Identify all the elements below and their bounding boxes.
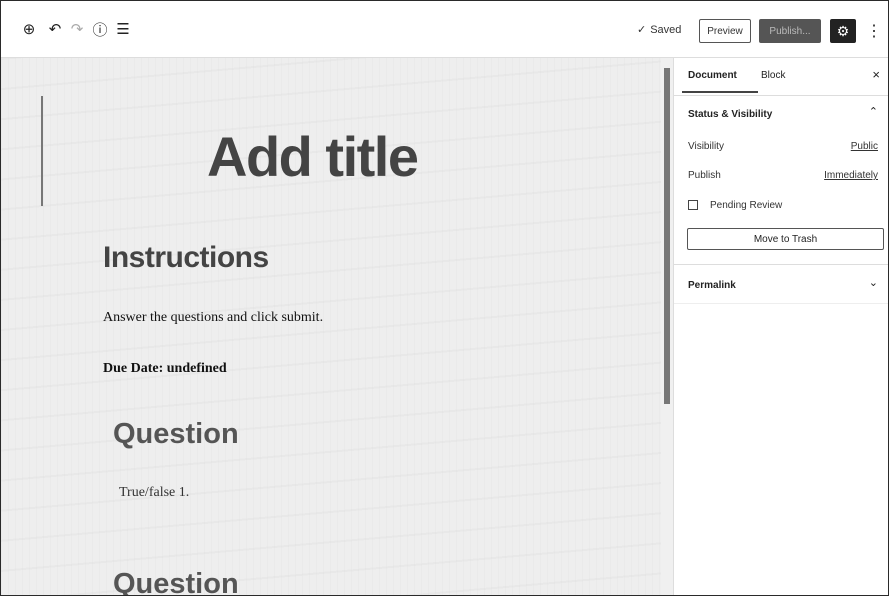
heading-question-1[interactable]: Question bbox=[113, 418, 239, 451]
visibility-value-link[interactable]: Public bbox=[851, 141, 878, 152]
pending-review-label[interactable]: Pending Review bbox=[710, 200, 782, 211]
more-options-button[interactable]: ⋮ bbox=[866, 19, 882, 43]
scrollbar-thumb[interactable] bbox=[664, 68, 670, 404]
move-to-trash-button[interactable]: Move to Trash bbox=[687, 228, 884, 250]
active-tab-indicator bbox=[682, 91, 758, 93]
paragraph-due-date[interactable]: Due Date: undefined bbox=[103, 361, 227, 377]
editor-window: ⊕ ↶ ↷ ⓘ ☰ ✓ Saved Preview Publish... ⚙ ⋮ … bbox=[0, 0, 889, 596]
chevron-up-icon[interactable]: ⌃ bbox=[869, 105, 878, 118]
add-block-icon[interactable]: ⊕ bbox=[19, 19, 39, 39]
tab-block[interactable]: Block bbox=[761, 70, 785, 81]
editor-canvas[interactable]: Add title Instructions Answer the questi… bbox=[1, 58, 661, 595]
info-icon[interactable]: ⓘ bbox=[90, 19, 110, 39]
pending-review-checkbox[interactable] bbox=[688, 200, 698, 210]
permalink-panel-title[interactable]: Permalink bbox=[688, 280, 736, 291]
settings-button[interactable]: ⚙ bbox=[830, 19, 856, 43]
block-navigation-icon[interactable]: ☰ bbox=[113, 19, 133, 39]
publish-date-link[interactable]: Immediately bbox=[824, 170, 878, 181]
publish-button[interactable]: Publish... bbox=[759, 19, 821, 43]
visibility-label: Visibility bbox=[688, 141, 724, 152]
chevron-down-icon[interactable]: ⌄ bbox=[869, 276, 878, 289]
paragraph-answer[interactable]: Answer the questions and click submit. bbox=[103, 310, 323, 326]
paragraph-question-1[interactable]: True/false 1. bbox=[119, 485, 189, 501]
editor-scrollbar[interactable] bbox=[661, 58, 673, 595]
heading-question-2[interactable]: Question bbox=[113, 568, 239, 595]
saved-status: ✓ Saved bbox=[637, 23, 681, 36]
close-icon[interactable]: × bbox=[872, 67, 880, 82]
publish-label: Publish bbox=[688, 170, 721, 181]
status-visibility-panel-title[interactable]: Status & Visibility bbox=[688, 109, 772, 120]
preview-button[interactable]: Preview bbox=[699, 19, 751, 43]
check-icon: ✓ bbox=[637, 24, 647, 36]
more-vertical-icon: ⋮ bbox=[866, 23, 882, 40]
redo-icon[interactable]: ↷ bbox=[67, 19, 87, 39]
tab-document[interactable]: Document bbox=[688, 70, 737, 81]
post-title-input[interactable]: Add title bbox=[207, 124, 419, 189]
divider bbox=[674, 264, 888, 265]
heading-instructions[interactable]: Instructions bbox=[103, 241, 269, 275]
divider bbox=[674, 95, 888, 96]
title-focus-bar bbox=[41, 96, 43, 206]
settings-sidebar: Document Block × Status & Visibility ⌃ V… bbox=[673, 58, 888, 595]
saved-label: Saved bbox=[650, 24, 682, 36]
divider bbox=[674, 303, 888, 304]
undo-icon[interactable]: ↶ bbox=[45, 19, 65, 39]
top-toolbar: ⊕ ↶ ↷ ⓘ ☰ ✓ Saved Preview Publish... ⚙ ⋮ bbox=[1, 1, 888, 58]
gear-icon: ⚙ bbox=[836, 22, 850, 39]
